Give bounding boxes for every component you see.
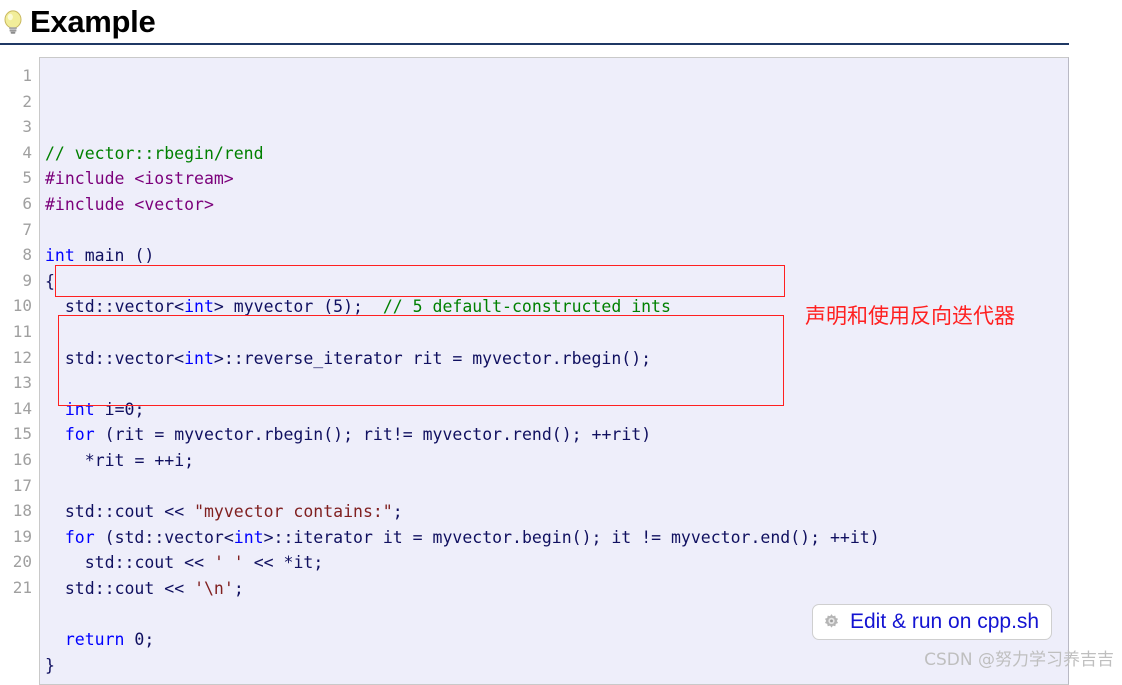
code-line: } [45,655,55,675]
line-number: 14 [12,398,32,418]
line-number: 9 [22,270,32,290]
code-line: #include <iostream> [45,169,234,189]
code-line: // vector::rbegin/rend [45,143,264,163]
code-line: int main () [45,246,155,266]
code-line: { [45,271,55,291]
line-number: 3 [22,117,32,137]
line-number: 16 [12,449,32,469]
code-line: std::vector<int>::reverse_iterator rit =… [64,348,652,368]
gear-icon [824,613,839,628]
page-title: Example [30,4,156,39]
line-number: 19 [12,526,32,546]
code-line: int i=0; [64,399,145,419]
lightbulb-icon [4,10,22,34]
line-number-gutter: 1 2 3 4 5 6 7 8 9 10 11 12 13 14 15 16 1… [0,57,40,685]
watermark: CSDN @努力学习养吉吉 [924,650,1114,670]
line-number: 11 [12,321,32,341]
line-number: 6 [22,193,32,213]
line-number: 4 [22,142,32,162]
code-line: *rit = ++i; [84,450,195,470]
line-number: 12 [12,347,32,367]
line-number: 20 [12,552,32,572]
line-number: 2 [22,91,32,111]
header-divider [0,43,1069,45]
edit-run-label: Edit & run on cpp.sh [850,610,1040,633]
line-number: 1 [22,66,32,85]
code-line: std::cout << ' ' << *it; [84,553,324,573]
line-number: 15 [12,424,32,444]
code-line: std::cout << '\n'; [64,578,244,598]
page-header: Example [0,0,1122,44]
line-number: 13 [12,373,32,393]
edit-run-button[interactable]: Edit & run on cpp.sh [812,604,1053,640]
line-number: 5 [22,168,32,188]
line-number: 17 [12,475,32,495]
code-block: 1 2 3 4 5 6 7 8 9 10 11 12 13 14 15 16 1… [0,57,1069,685]
line-number: 7 [22,219,32,239]
line-number: 8 [22,245,32,265]
annotation-note: 声明和使用反向迭代器 [805,304,1015,328]
code-line: std::cout << "myvector contains:"; [64,502,403,522]
code-line: for (rit = myvector.rbegin(); rit!= myve… [64,425,652,445]
line-number: 21 [12,577,32,597]
code-line: #include <vector> [45,194,214,214]
line-number: 18 [12,501,32,521]
line-number: 10 [12,296,32,316]
code-text[interactable]: // vector::rbegin/rend#include <iostream… [40,57,1069,685]
code-line: for (std::vector<int>::iterator it = myv… [64,527,880,547]
